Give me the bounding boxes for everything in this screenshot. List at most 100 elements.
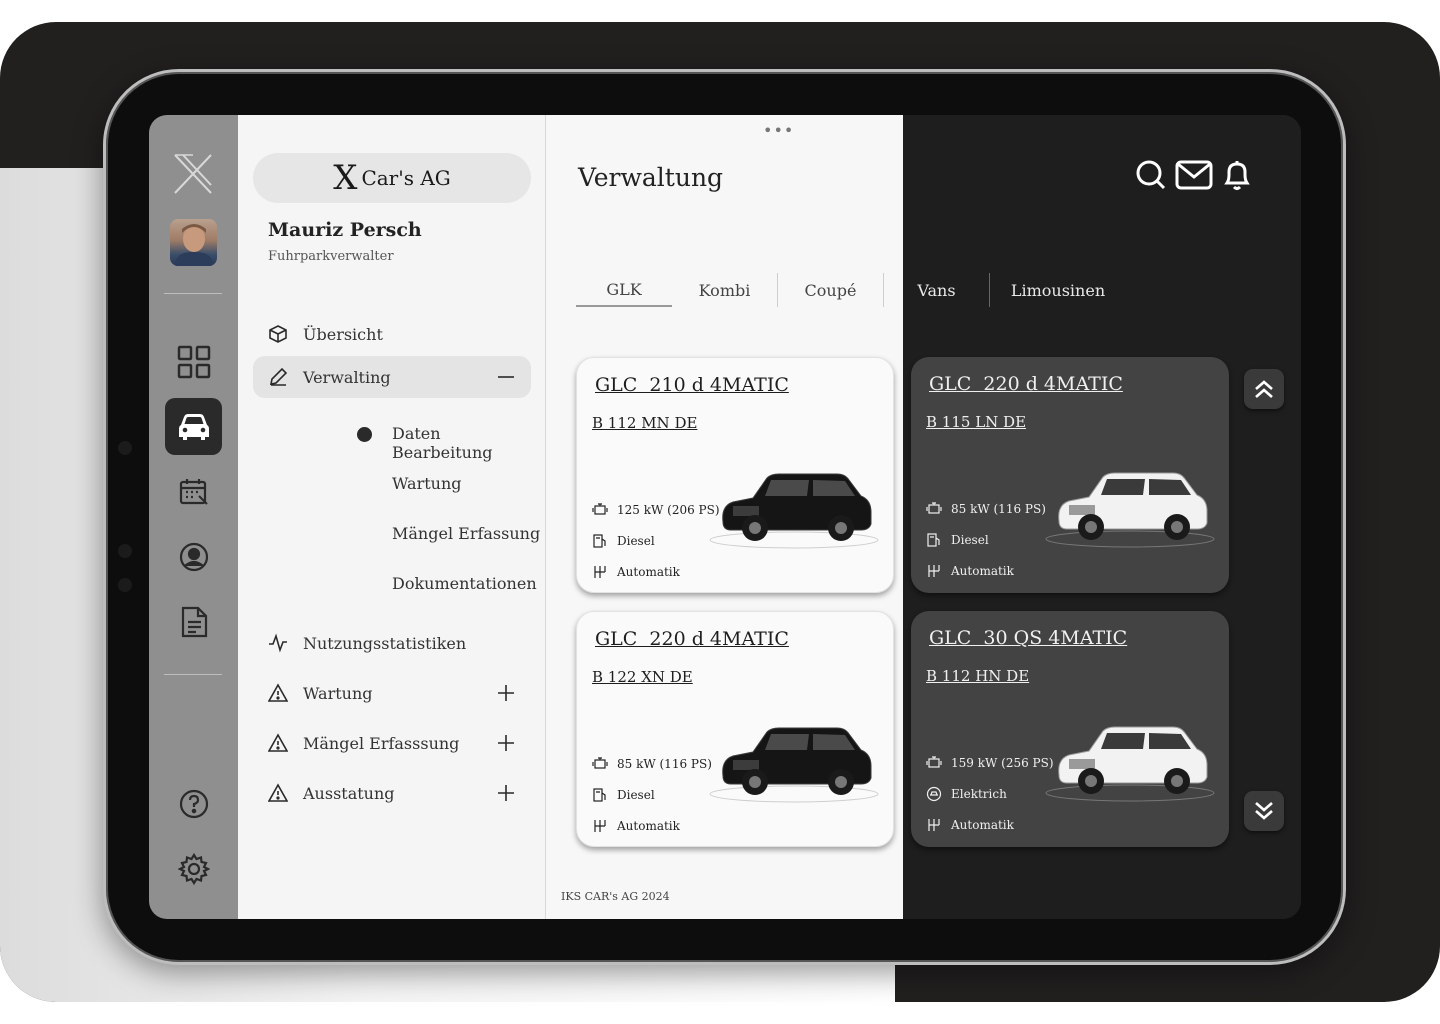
user-role: Fuhrparkverwalter [268,249,394,264]
spec-gear: Automatik [925,562,1014,580]
document-icon [181,606,207,637]
spec-fuel: Diesel [591,532,655,550]
vehicle-card[interactable]: GLC 210 d 4MATIC B 112 MN DE 125 kW (206… [576,357,894,593]
subnav-item-docs[interactable]: Dokumentationen [392,574,537,593]
ev-charge-icon [926,786,942,802]
spec-value: Diesel [951,533,989,547]
spec-value: Diesel [617,788,655,802]
camera-dot [118,544,132,558]
spec-value: 125 kW (206 PS) [617,503,720,517]
vehicle-plate[interactable]: B 112 MN DE [592,414,697,432]
nav-label: Verwalting [303,367,391,387]
plus-icon[interactable] [497,684,515,702]
search-icon[interactable] [1135,159,1167,191]
drag-handle[interactable]: ••• [763,121,794,140]
tab-limousinen[interactable]: Limousinen [990,273,1126,307]
gearbox-icon [928,565,940,577]
fuel-pump-icon [927,533,940,547]
spec-fuel: Diesel [591,786,655,804]
nav-label: Nutzungsstatistiken [303,633,467,653]
vehicle-plate[interactable]: B 112 HN DE [926,667,1029,685]
spec-value: Automatik [951,564,1014,578]
brand-pill: X Car's AG [253,153,531,203]
plus-icon[interactable] [497,784,515,802]
subnav-item-maintenance[interactable]: Wartung [392,474,462,493]
nav-label: Wartung [303,683,373,703]
avatar[interactable] [170,219,217,266]
car-icon [178,413,209,440]
nav-item-defects[interactable]: Mängel Erfasssung [253,722,531,764]
page-title: Verwaltung [578,163,724,192]
activity-icon [269,633,287,653]
cube-icon [269,325,287,343]
spec-value: Diesel [617,534,655,548]
footer-copyright: IKS CAR's AG 2024 [561,890,670,903]
tab-kombi[interactable]: Kombi [672,273,778,307]
nav-label: Mängel Erfasssung [303,733,460,753]
nav-label: Ausstatung [303,783,395,803]
chevrons-down-icon [1255,802,1273,820]
fuel-pump-icon [593,534,606,548]
vehicles-button[interactable] [165,398,222,455]
tab-glk[interactable]: GLK [576,273,672,307]
nav-item-admin[interactable]: Verwalting [253,356,531,398]
vehicle-plate[interactable]: B 122 XN DE [592,668,693,686]
vehicle-image [709,473,879,549]
warning-icon [268,683,288,702]
help-button[interactable] [165,775,222,832]
scroll-down-button[interactable] [1244,791,1284,831]
active-bullet [357,427,372,442]
calendar-icon [179,478,208,505]
vehicle-model[interactable]: GLC 220 d 4MATIC [929,373,1123,395]
category-tabs: GLK Kombi Coupé Vans Limousinen [576,273,1126,307]
mail-icon[interactable] [1175,159,1213,191]
vehicle-plate[interactable]: B 115 LN DE [926,413,1026,431]
plus-icon[interactable] [497,734,515,752]
header-actions [1135,159,1253,193]
vehicle-image [1045,472,1215,548]
spec-fuel: Diesel [925,531,989,549]
engine-icon [926,502,942,514]
brand-name: Car's AG [361,166,451,190]
spec-gear: Automatik [591,817,680,835]
bell-icon[interactable] [1221,159,1253,193]
documents-button[interactable] [165,593,222,650]
tab-coupe[interactable]: Coupé [778,273,884,307]
nav-item-equipment[interactable]: Ausstatung [253,772,531,814]
vehicle-image [709,727,879,803]
spec-value: 85 kW (116 PS) [951,502,1046,516]
spec-value: Automatik [951,818,1014,832]
user-name: Mauriz Persch [268,219,422,241]
spec-power: 85 kW (116 PS) [925,500,1046,518]
chevrons-up-icon [1255,380,1273,398]
spec-value: Elektrich [951,787,1007,801]
vehicle-model[interactable]: GLC 210 d 4MATIC [595,374,789,396]
calendar-button[interactable] [165,463,222,520]
pencil-icon [269,367,288,386]
nav-item-maintenance[interactable]: Wartung [253,672,531,714]
dashboard-button[interactable] [165,333,222,390]
vehicle-model[interactable]: GLC 220 d 4MATIC [595,628,789,650]
subnav-item-data-edit[interactable]: Daten Bearbeitung [392,424,545,462]
spec-value: 159 kW (256 PS) [951,756,1054,770]
gearbox-icon [594,820,606,832]
vehicle-card[interactable]: GLC 30 QS 4MATIC B 112 HN DE 159 kW (256… [911,611,1229,847]
minus-icon[interactable] [497,368,515,386]
profile-button[interactable] [165,528,222,585]
nav-item-overview[interactable]: Übersicht [253,313,531,355]
vehicle-card[interactable]: GLC 220 d 4MATIC B 115 LN DE 85 kW (116 … [911,357,1229,593]
warning-icon [268,733,288,752]
nav-item-stats[interactable]: Nutzungsstatistiken [253,622,531,664]
app-screen: X Car's AG Mauriz Persch Fuhrparkverwalt… [149,115,1301,919]
spec-value: Automatik [617,819,680,833]
vehicle-model[interactable]: GLC 30 QS 4MATIC [929,627,1127,649]
settings-button[interactable] [165,840,222,897]
nav-label: Übersicht [303,324,383,344]
scroll-up-button[interactable] [1244,369,1284,409]
tab-vans[interactable]: Vans [884,273,990,307]
help-icon [179,789,208,818]
gearbox-icon [928,819,940,831]
subnav-item-defects[interactable]: Mängel Erfassung [392,524,540,543]
user-circle-icon [179,542,208,571]
vehicle-card[interactable]: GLC 220 d 4MATIC B 122 XN DE 85 kW (116 … [576,611,894,847]
